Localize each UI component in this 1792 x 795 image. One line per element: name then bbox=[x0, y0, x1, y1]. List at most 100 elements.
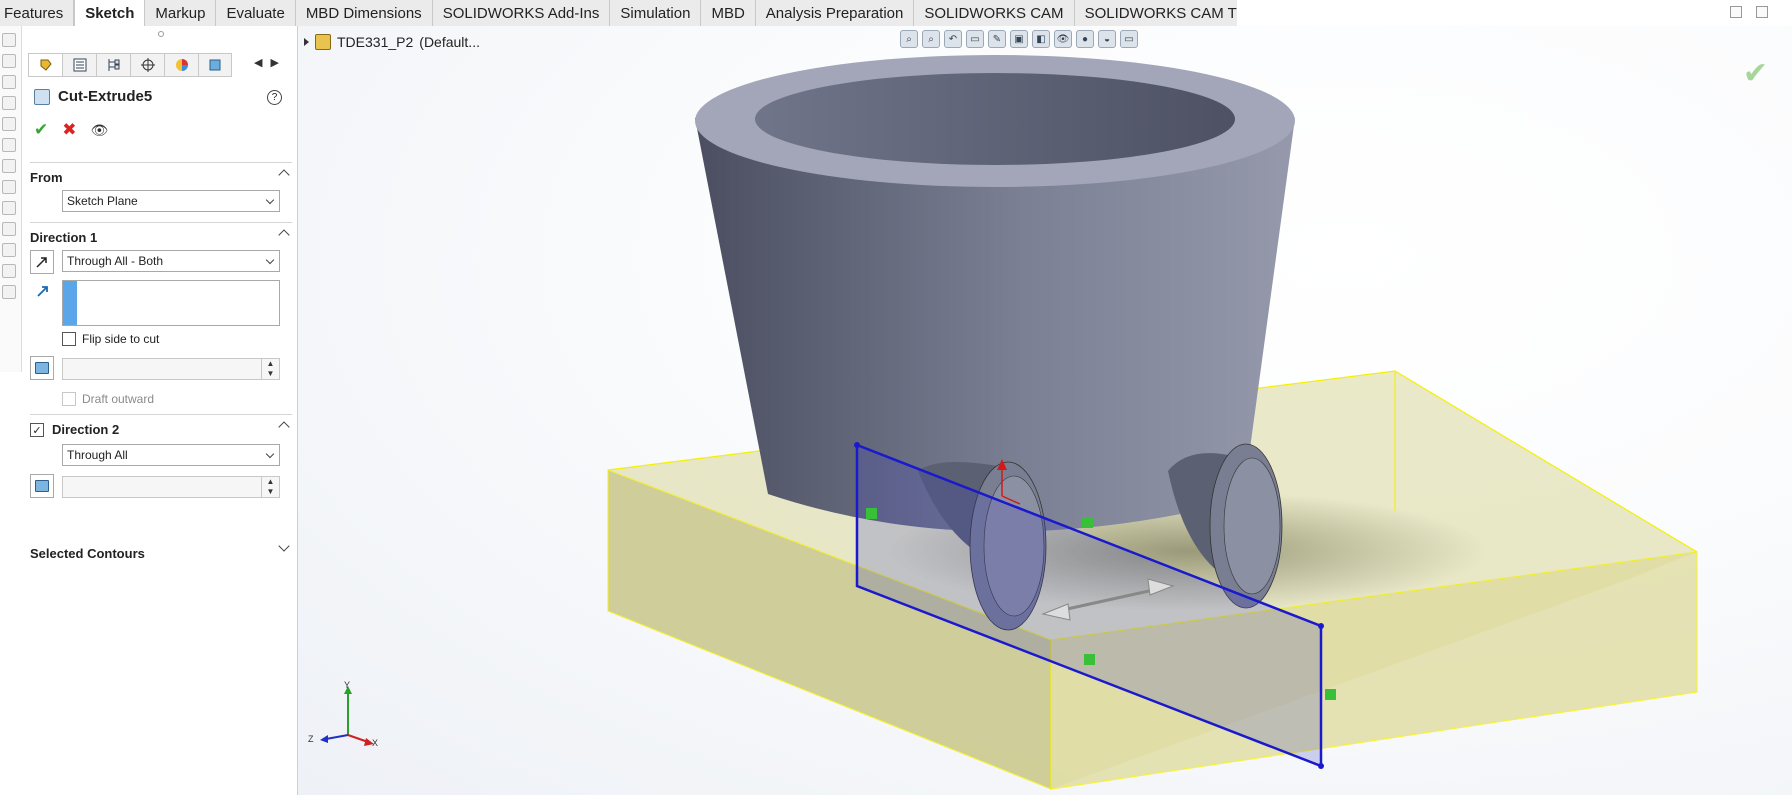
direction-reference-listbox[interactable] bbox=[62, 280, 280, 326]
strip-tool-icon[interactable] bbox=[2, 159, 16, 173]
direction2-draft-angle-stepper[interactable]: ▲ ▼ bbox=[261, 477, 279, 497]
expand-chevron-icon[interactable] bbox=[278, 540, 290, 552]
tab-markup[interactable]: Markup bbox=[145, 0, 217, 26]
draft-angle-field[interactable]: ▲ ▼ bbox=[62, 358, 280, 380]
part-name[interactable]: TDE331_P2 bbox=[337, 34, 413, 50]
strip-tool-icon[interactable] bbox=[2, 180, 16, 194]
help-icon[interactable]: ? bbox=[267, 90, 282, 105]
cut-extrude-icon bbox=[34, 88, 50, 105]
property-manager-tab-icon[interactable] bbox=[62, 53, 96, 77]
hide-show-items-icon[interactable]: 👁 bbox=[1054, 30, 1072, 48]
direction2-draft-angle-field[interactable]: ▲ ▼ bbox=[62, 476, 280, 498]
expand-panel-icon[interactable] bbox=[1756, 6, 1768, 18]
chevron-down-icon bbox=[265, 195, 275, 205]
apply-scene-icon[interactable]: ◒ bbox=[1098, 30, 1116, 48]
scroll-right-icon[interactable]: ▶ bbox=[270, 56, 278, 69]
direction1-end-condition-select[interactable]: Through All - Both bbox=[62, 250, 280, 272]
ribbon-empty-area bbox=[1237, 0, 1792, 26]
graphics-area[interactable]: Y X Z TDE331_P2 (Default... ⌕ ⌕ ↶ ▭ ✎ ▣ … bbox=[298, 26, 1792, 795]
tab-solidworks-cam[interactable]: SOLIDWORKS CAM bbox=[914, 0, 1075, 26]
strip-tool-icon[interactable] bbox=[2, 54, 16, 68]
strip-tool-icon[interactable] bbox=[2, 33, 16, 47]
zoom-to-area-icon[interactable]: ⌕ bbox=[922, 30, 940, 48]
flip-side-checkbox[interactable] bbox=[62, 332, 76, 346]
property-manager: ◀ ▶ Cut-Extrude5 ? ✔ ✖ 👁 From Sketch Pla… bbox=[22, 26, 298, 795]
tab-features[interactable]: Features bbox=[0, 0, 75, 26]
view-settings-icon[interactable]: ▭ bbox=[1120, 30, 1138, 48]
previous-view-icon[interactable]: ↶ bbox=[944, 30, 962, 48]
window-controls bbox=[1730, 6, 1768, 18]
view-orientation-icon[interactable]: ▣ bbox=[1010, 30, 1028, 48]
flyout-feature-tree: TDE331_P2 (Default... bbox=[304, 34, 480, 50]
strip-tool-icon[interactable] bbox=[2, 75, 16, 89]
tab-evaluate[interactable]: Evaluate bbox=[216, 0, 296, 26]
manager-tabs bbox=[28, 53, 232, 77]
draft-cube-icon bbox=[35, 362, 49, 374]
tree-expand-arrow-icon[interactable] bbox=[304, 38, 309, 46]
tab-mbd-dimensions[interactable]: MBD Dimensions bbox=[295, 0, 433, 26]
draft-outward-label: Draft outward bbox=[82, 392, 155, 406]
reverse-direction-icon[interactable] bbox=[30, 250, 54, 274]
command-manager-tabs: Features Sketch Markup Evaluate MBD Dime… bbox=[0, 0, 1271, 26]
panel-grip-icon[interactable] bbox=[158, 31, 164, 37]
flip-side-label: Flip side to cut bbox=[82, 332, 160, 346]
configuration-name[interactable]: (Default... bbox=[419, 34, 480, 50]
section-view-icon[interactable]: ▭ bbox=[966, 30, 984, 48]
direction2-end-condition-select[interactable]: Through All bbox=[62, 444, 280, 466]
zoom-to-fit-icon[interactable]: ⌕ bbox=[900, 30, 918, 48]
collapse-chevron-icon[interactable] bbox=[278, 169, 290, 181]
dimxpert-manager-tab-icon[interactable] bbox=[130, 53, 164, 77]
model-view[interactable] bbox=[298, 26, 1792, 795]
strip-tool-icon[interactable] bbox=[2, 138, 16, 152]
tab-sketch[interactable]: Sketch bbox=[74, 0, 146, 26]
divider bbox=[30, 162, 292, 163]
restore-panel-icon[interactable] bbox=[1730, 6, 1742, 18]
display-manager-tab-icon[interactable] bbox=[164, 53, 198, 77]
from-group-label: From bbox=[30, 170, 63, 185]
from-group: From Sketch Plane bbox=[30, 162, 292, 218]
cam-manager-tab-icon[interactable] bbox=[198, 53, 232, 77]
strip-tool-icon[interactable] bbox=[2, 243, 16, 257]
direction2-group: ✓ Direction 2 Through All ▲ ▼ bbox=[30, 414, 292, 504]
edit-appearance-icon[interactable]: ● bbox=[1076, 30, 1094, 48]
chevron-down-icon bbox=[265, 255, 275, 265]
draft-angle-stepper[interactable]: ▲ ▼ bbox=[261, 359, 279, 379]
strip-tool-icon[interactable] bbox=[2, 264, 16, 278]
configuration-manager-tab-icon[interactable] bbox=[96, 53, 130, 77]
scroll-left-icon[interactable]: ◀ bbox=[254, 56, 262, 69]
tab-mbd[interactable]: MBD bbox=[701, 0, 756, 26]
ok-checkmark-icon[interactable]: ✔ bbox=[34, 120, 48, 140]
from-select[interactable]: Sketch Plane bbox=[62, 190, 280, 212]
strip-tool-icon[interactable] bbox=[2, 96, 16, 110]
collapse-chevron-icon[interactable] bbox=[278, 229, 290, 241]
direction1-label: Direction 1 bbox=[30, 230, 98, 245]
strip-tool-icon[interactable] bbox=[2, 285, 16, 299]
left-toolbar-strip bbox=[0, 26, 22, 372]
tab-analysis-preparation[interactable]: Analysis Preparation bbox=[755, 0, 915, 26]
direction-arrow-icon bbox=[36, 284, 50, 301]
draft-cube-icon bbox=[35, 480, 49, 492]
strip-tool-icon[interactable] bbox=[2, 222, 16, 236]
strip-tool-icon[interactable] bbox=[2, 201, 16, 215]
triad-z-label: Z bbox=[308, 734, 314, 744]
direction1-end-condition-value: Through All - Both bbox=[67, 254, 164, 268]
display-style-icon[interactable]: ◧ bbox=[1032, 30, 1050, 48]
cancel-x-icon[interactable]: ✖ bbox=[62, 120, 76, 140]
draft-toggle-icon[interactable] bbox=[30, 356, 54, 380]
confirmation-corner-ok-icon[interactable]: ✔ bbox=[1743, 56, 1768, 91]
draft-outward-checkbox bbox=[62, 392, 76, 406]
from-select-value: Sketch Plane bbox=[67, 194, 138, 208]
direction2-draft-toggle-icon[interactable] bbox=[30, 474, 54, 498]
heads-up-view-toolbar: ⌕ ⌕ ↶ ▭ ✎ ▣ ◧ 👁 ● ◒ ▭ bbox=[900, 30, 1138, 48]
detailed-preview-eye-icon[interactable]: 👁 bbox=[91, 122, 109, 139]
collapse-chevron-icon[interactable] bbox=[278, 421, 290, 433]
direction2-checkbox[interactable]: ✓ bbox=[30, 423, 44, 437]
feature-manager-tab-icon[interactable] bbox=[28, 53, 62, 77]
direction1-group: Direction 1 Through All - Both Flip side… bbox=[30, 222, 292, 412]
tab-solidworks-add-ins[interactable]: SOLIDWORKS Add-Ins bbox=[432, 0, 611, 26]
direction2-end-condition-value: Through All bbox=[67, 448, 128, 462]
strip-tool-icon[interactable] bbox=[2, 117, 16, 131]
tab-simulation[interactable]: Simulation bbox=[610, 0, 702, 26]
dynamic-annotation-icon[interactable]: ✎ bbox=[988, 30, 1006, 48]
feature-actions: ✔ ✖ 👁 bbox=[34, 120, 108, 140]
